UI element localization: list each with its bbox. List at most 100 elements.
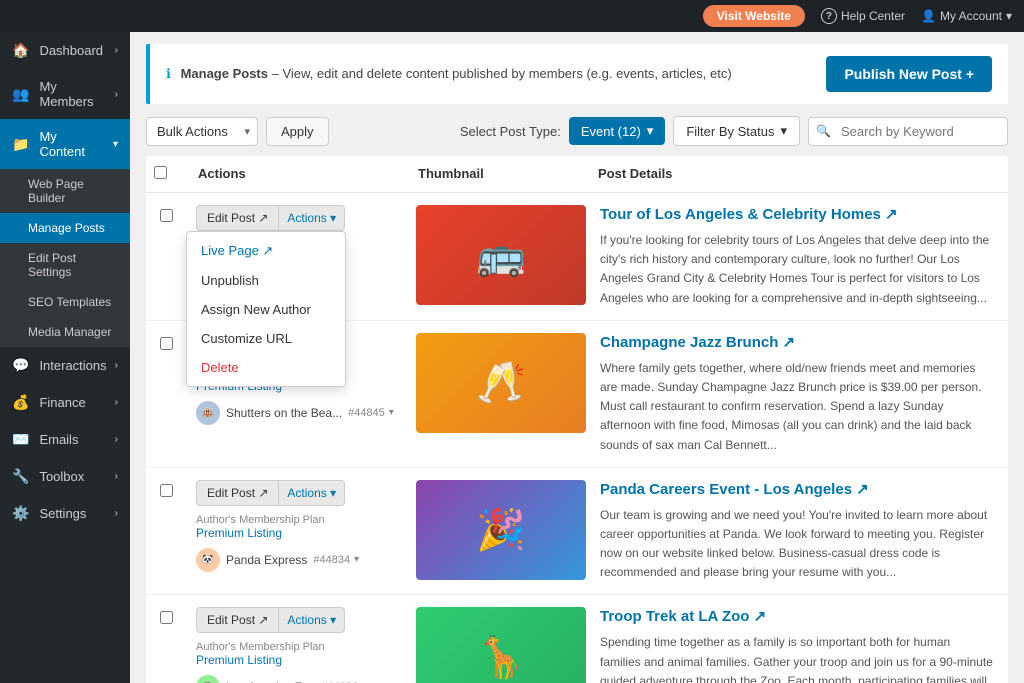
chevron-down-icon: ▾ xyxy=(354,554,359,565)
sidebar-item-label: Interactions xyxy=(39,358,106,373)
sidebar-item-settings[interactable]: ⚙️ Settings › xyxy=(0,495,130,532)
dropdown-item-assign-new-author[interactable]: Assign New Author xyxy=(187,295,345,324)
info-bar-text: ℹ Manage Posts – View, edit and delete c… xyxy=(166,66,732,82)
chevron-right-icon: › xyxy=(115,508,118,519)
edit-post-button[interactable]: Edit Post ↗ xyxy=(196,607,279,633)
toolbar-right: Select Post Type: Event (12) ▾ Filter By… xyxy=(460,116,1008,146)
post-id-wrap: #44834 ▾ xyxy=(313,554,359,566)
post-title[interactable]: Tour of Los Angeles & Celebrity Homes ↗ xyxy=(600,205,994,223)
th-thumbnail: Thumbnail xyxy=(406,166,586,182)
thumbnail: 🦒 xyxy=(416,607,586,683)
table-row: Edit Post ↗ Actions ▾ Author's Membershi… xyxy=(146,595,1008,683)
chevron-right-icon: › xyxy=(115,434,118,445)
finance-icon: 💰 xyxy=(12,394,29,411)
visit-website-button[interactable]: Visit Website xyxy=(703,5,805,27)
actions-dropdown-button[interactable]: Actions ▾ xyxy=(279,480,345,506)
post-title[interactable]: Panda Careers Event - Los Angeles ↗ xyxy=(600,480,994,498)
dropdown-item-live-page[interactable]: Live Page ↗ xyxy=(187,236,345,266)
post-type-label: Event (12) xyxy=(581,124,641,139)
sidebar-item-interactions[interactable]: 💬 Interactions › xyxy=(0,347,130,384)
toolbar-left: Bulk Actions Delete Unpublish Apply xyxy=(146,117,329,146)
chevron-down-icon: ▾ xyxy=(113,139,118,150)
thumbnail-cell: 🥂 xyxy=(406,321,586,445)
chevron-right-icon: › xyxy=(115,471,118,482)
bulk-actions-select[interactable]: Bulk Actions Delete Unpublish xyxy=(146,117,258,146)
sidebar-sub-item-seo-templates[interactable]: SEO Templates xyxy=(0,287,130,317)
actions-dropdown-button[interactable]: Actions ▾ xyxy=(279,205,345,231)
premium-listing-link[interactable]: Premium Listing xyxy=(196,653,396,667)
table-row: Edit Post ↗ Actions ▾ Live Page ↗ Unpubl… xyxy=(146,193,1008,321)
sidebar-sub-item-web-page-builder[interactable]: Web Page Builder xyxy=(0,169,130,213)
edit-post-button[interactable]: Edit Post ↗ xyxy=(196,480,279,506)
sidebar-sub-item-manage-posts[interactable]: Manage Posts xyxy=(0,213,130,243)
post-excerpt: If you're looking for celebrity tours of… xyxy=(600,231,994,308)
row-checkbox-cell xyxy=(146,595,186,640)
my-account-link[interactable]: 👤 My Account ▾ xyxy=(921,9,1012,23)
post-excerpt: Our team is growing and we need you! You… xyxy=(600,506,994,583)
my-account-label: My Account xyxy=(940,9,1002,23)
post-type-button[interactable]: Event (12) ▾ xyxy=(569,117,666,145)
help-center-label: Help Center xyxy=(841,9,905,23)
select-post-type-label: Select Post Type: xyxy=(460,124,561,139)
sidebar-item-label: Emails xyxy=(39,432,78,447)
sidebar-item-label: Finance xyxy=(39,395,85,410)
row-checkbox-cell xyxy=(146,193,186,238)
sidebar-item-my-members[interactable]: 👥 My Members › xyxy=(0,69,130,119)
sidebar-item-toolbox[interactable]: 🔧 Toolbox › xyxy=(0,458,130,495)
help-center-link[interactable]: ? Help Center xyxy=(821,8,905,24)
thumbnail-cell: 🦒 xyxy=(406,595,586,683)
post-details-cell: Panda Careers Event - Los Angeles ↗ Our … xyxy=(586,468,1008,595)
sidebar-item-dashboard[interactable]: 🏠 Dashboard › xyxy=(0,32,130,69)
search-wrap xyxy=(808,117,1008,146)
edit-post-button[interactable]: Edit Post ↗ xyxy=(196,205,279,231)
select-all-checkbox[interactable] xyxy=(154,166,167,179)
dropdown-item-customize-url[interactable]: Customize URL xyxy=(187,324,345,353)
filter-label: Filter By Status xyxy=(686,124,774,139)
dropdown-item-delete[interactable]: Delete xyxy=(187,353,345,382)
row-checkbox[interactable] xyxy=(160,611,173,624)
sidebar-item-emails[interactable]: ✉️ Emails › xyxy=(0,421,130,458)
chevron-right-icon: › xyxy=(115,89,118,100)
emails-icon: ✉️ xyxy=(12,431,29,448)
post-details-cell: Troop Trek at LA Zoo ↗ Spending time tog… xyxy=(586,595,1008,683)
premium-listing-link[interactable]: Premium Listing xyxy=(196,526,396,540)
avatar: 🏨 xyxy=(196,401,220,425)
table-header: Actions Thumbnail Post Details xyxy=(146,156,1008,193)
author-row: 🐼 Panda Express #44834 ▾ xyxy=(196,548,396,572)
post-id-wrap: #44845 ▾ xyxy=(348,407,394,419)
actions-dropdown-menu: Live Page ↗ Unpublish Assign New Author … xyxy=(186,231,346,387)
search-input[interactable] xyxy=(808,117,1008,146)
thumbnail: 🥂 xyxy=(416,333,586,433)
actions-dropdown-button[interactable]: Actions ▾ xyxy=(279,607,345,633)
row-checkbox[interactable] xyxy=(160,209,173,222)
author-name: Shutters on the Bea... xyxy=(226,406,342,420)
btn-group: Edit Post ↗ Actions ▾ xyxy=(196,205,396,231)
info-bar-separator: – xyxy=(272,66,283,81)
post-details-cell: Champagne Jazz Brunch ↗ Where family get… xyxy=(586,321,1008,467)
row-checkbox[interactable] xyxy=(160,484,173,497)
my-content-submenu: Web Page Builder Manage Posts Edit Post … xyxy=(0,169,130,347)
post-title[interactable]: Champagne Jazz Brunch ↗ xyxy=(600,333,994,351)
sidebar-item-label: My Members xyxy=(39,79,106,109)
post-id: #44845 xyxy=(348,407,385,419)
sidebar-item-my-content[interactable]: 📁 My Content ▾ xyxy=(0,119,130,169)
sidebar-sub-item-edit-post-settings[interactable]: Edit Post Settings xyxy=(0,243,130,287)
row-checkbox[interactable] xyxy=(160,337,173,350)
filter-by-status-button[interactable]: Filter By Status ▾ xyxy=(673,116,800,146)
btn-group: Edit Post ↗ Actions ▾ xyxy=(196,480,396,506)
publish-new-post-button[interactable]: Publish New Post + xyxy=(826,56,992,92)
sidebar-sub-item-media-manager[interactable]: Media Manager xyxy=(0,317,130,347)
dropdown-item-unpublish[interactable]: Unpublish xyxy=(187,266,345,295)
bulk-actions-select-wrap: Bulk Actions Delete Unpublish xyxy=(146,117,258,146)
apply-button[interactable]: Apply xyxy=(266,117,329,146)
thumbnail-cell: 🚌 xyxy=(406,193,586,317)
row-checkbox-cell xyxy=(146,468,186,513)
topbar: Visit Website ? Help Center 👤 My Account… xyxy=(0,0,1024,32)
user-icon: 👤 xyxy=(921,9,936,23)
chevron-right-icon: › xyxy=(115,397,118,408)
main-content: ℹ Manage Posts – View, edit and delete c… xyxy=(130,32,1024,683)
post-title[interactable]: Troop Trek at LA Zoo ↗ xyxy=(600,607,994,625)
chevron-down-icon: ▾ xyxy=(647,123,654,139)
sidebar-item-finance[interactable]: 💰 Finance › xyxy=(0,384,130,421)
membership-plan-label: Author's Membership Plan xyxy=(196,641,396,653)
